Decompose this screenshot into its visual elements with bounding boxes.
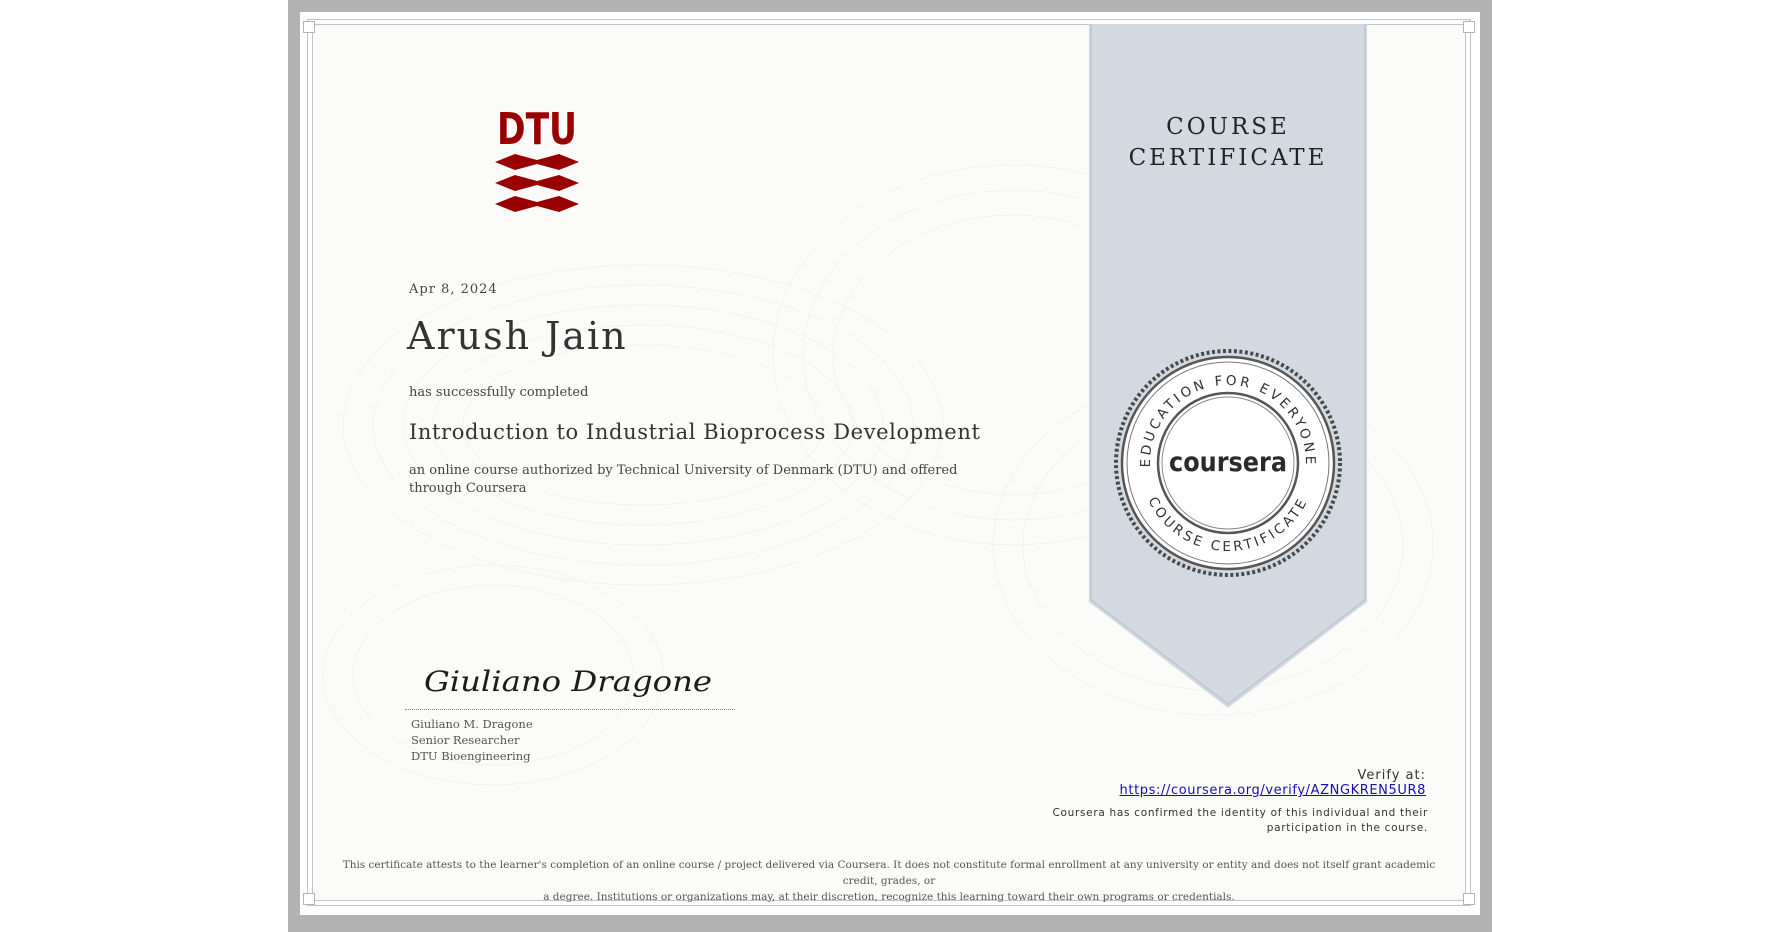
signer-details: Giuliano M. Dragone Senior Researcher DT… <box>411 716 533 764</box>
signer-name: Giuliano M. Dragone <box>411 717 533 731</box>
disclaimer-line-2: a degree. Institutions or organizations … <box>543 891 1235 903</box>
seal-brand: coursera <box>1169 447 1287 478</box>
dtu-logo-waves <box>495 154 579 212</box>
verify-block: Verify at: https://coursera.org/verify/A… <box>1000 768 1426 799</box>
verify-label: Verify at: <box>1357 768 1426 783</box>
ribbon-title: COURSE CERTIFICATE <box>1089 112 1367 174</box>
course-title: Introduction to Industrial Bioprocess De… <box>409 420 981 444</box>
frame-corner-bottom-left <box>303 893 315 905</box>
confirmation-line-1: Coursera has confirmed the identity of t… <box>1052 807 1428 819</box>
identity-confirmation: Coursera has confirmed the identity of t… <box>1000 806 1428 836</box>
signature-handwriting: Giuliano Dragone <box>424 665 712 698</box>
signer-department: DTU Bioengineering <box>411 749 531 763</box>
signature-image: Giuliano Dragone <box>424 665 712 698</box>
disclaimer-line-1: This certificate attests to the learner'… <box>342 859 1436 887</box>
signer-title: Senior Researcher <box>411 733 520 747</box>
ribbon-line-2: CERTIFICATE <box>1128 145 1328 171</box>
ribbon-line-1: COURSE <box>1166 114 1290 140</box>
confirmation-line-2: participation in the course. <box>1266 822 1428 834</box>
frame-corner-top-right <box>1463 21 1475 33</box>
frame-corner-bottom-right <box>1463 893 1475 905</box>
completed-text: has successfully completed <box>409 385 589 400</box>
verify-link[interactable]: https://coursera.org/verify/AZNGKREN5UR8 <box>1000 783 1426 799</box>
certificate-disclaimer: This certificate attests to the learner'… <box>326 857 1452 905</box>
issue-date: Apr 8, 2024 <box>409 282 498 297</box>
dtu-logo-text: DTU <box>497 104 577 155</box>
coursera-seal: EDUCATION FOR EVERYONE COURSE CERTIFICAT… <box>1114 349 1342 577</box>
recipient-name: Arush Jain <box>407 314 628 358</box>
course-description: an online course authorized by Technical… <box>409 463 958 496</box>
signature-line <box>405 709 735 710</box>
frame-corner-top-left <box>303 21 315 33</box>
dtu-logo: DTU <box>495 104 579 212</box>
